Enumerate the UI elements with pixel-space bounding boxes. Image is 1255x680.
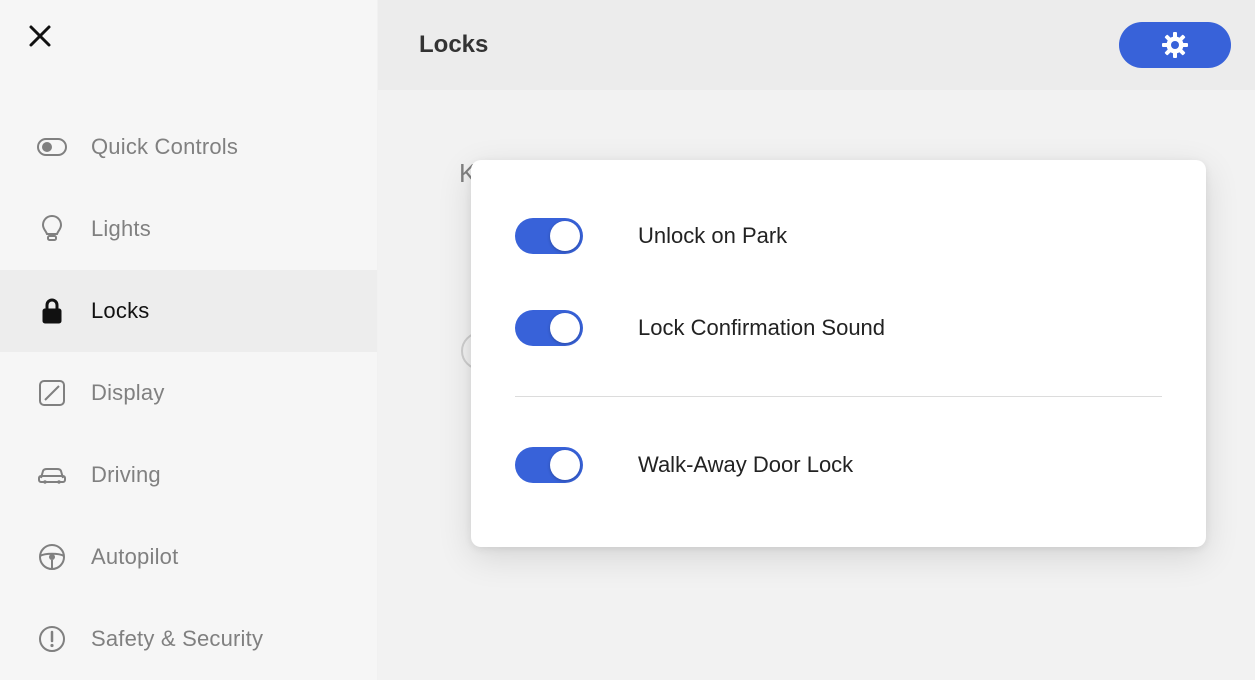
toggle-knob bbox=[550, 450, 580, 480]
toggle-unlock-on-park[interactable] bbox=[515, 218, 583, 254]
quick-controls-icon bbox=[37, 132, 67, 162]
close-icon bbox=[28, 24, 52, 48]
nav-list: Quick Controls Lights Locks bbox=[0, 106, 377, 680]
main-panel: Locks K bbox=[378, 0, 1255, 680]
lock-icon bbox=[37, 296, 67, 326]
toggle-label: Unlock on Park bbox=[638, 223, 787, 249]
sidebar-item-label: Display bbox=[91, 380, 165, 406]
close-area bbox=[0, 0, 377, 78]
toggle-row-walk-away-door-lock: Walk-Away Door Lock bbox=[515, 441, 1162, 489]
car-icon bbox=[37, 460, 67, 490]
toggle-row-lock-confirmation-sound: Lock Confirmation Sound bbox=[515, 304, 1162, 352]
sidebar-item-label: Lights bbox=[91, 216, 151, 242]
display-icon bbox=[37, 378, 67, 408]
toggle-knob bbox=[550, 313, 580, 343]
sidebar-item-label: Locks bbox=[91, 298, 149, 324]
toggle-label: Lock Confirmation Sound bbox=[638, 315, 885, 341]
toggle-knob bbox=[550, 221, 580, 251]
page-title: Locks bbox=[419, 31, 488, 59]
toggle-row-unlock-on-park: Unlock on Park bbox=[515, 212, 1162, 260]
content-area: K Unlock on Park Lock Confirmation Sound bbox=[378, 90, 1255, 680]
close-button[interactable] bbox=[28, 24, 52, 48]
divider bbox=[515, 396, 1162, 397]
sidebar-item-autopilot[interactable]: Autopilot bbox=[0, 516, 377, 598]
toggle-lock-confirmation-sound[interactable] bbox=[515, 310, 583, 346]
sidebar-item-lights[interactable]: Lights bbox=[0, 188, 377, 270]
locks-settings-popover: Unlock on Park Lock Confirmation Sound W… bbox=[471, 160, 1206, 547]
sidebar-item-display[interactable]: Display bbox=[0, 352, 377, 434]
sidebar-item-label: Autopilot bbox=[91, 544, 178, 570]
bulb-icon bbox=[37, 214, 67, 244]
toggle-label: Walk-Away Door Lock bbox=[638, 452, 853, 478]
sidebar-item-driving[interactable]: Driving bbox=[0, 434, 377, 516]
topbar: Locks bbox=[378, 0, 1255, 90]
steering-icon bbox=[37, 542, 67, 572]
sidebar-item-label: Safety & Security bbox=[91, 626, 263, 652]
sidebar: Quick Controls Lights Locks bbox=[0, 0, 378, 680]
sidebar-item-label: Driving bbox=[91, 462, 161, 488]
toggle-walk-away-door-lock[interactable] bbox=[515, 447, 583, 483]
sidebar-item-label: Quick Controls bbox=[91, 134, 238, 160]
sidebar-item-quick-controls[interactable]: Quick Controls bbox=[0, 106, 377, 188]
settings-button[interactable] bbox=[1119, 22, 1231, 68]
sidebar-item-locks[interactable]: Locks bbox=[0, 270, 377, 352]
sidebar-item-safety-security[interactable]: Safety & Security bbox=[0, 598, 377, 680]
alert-icon bbox=[37, 624, 67, 654]
gear-icon bbox=[1161, 31, 1189, 59]
